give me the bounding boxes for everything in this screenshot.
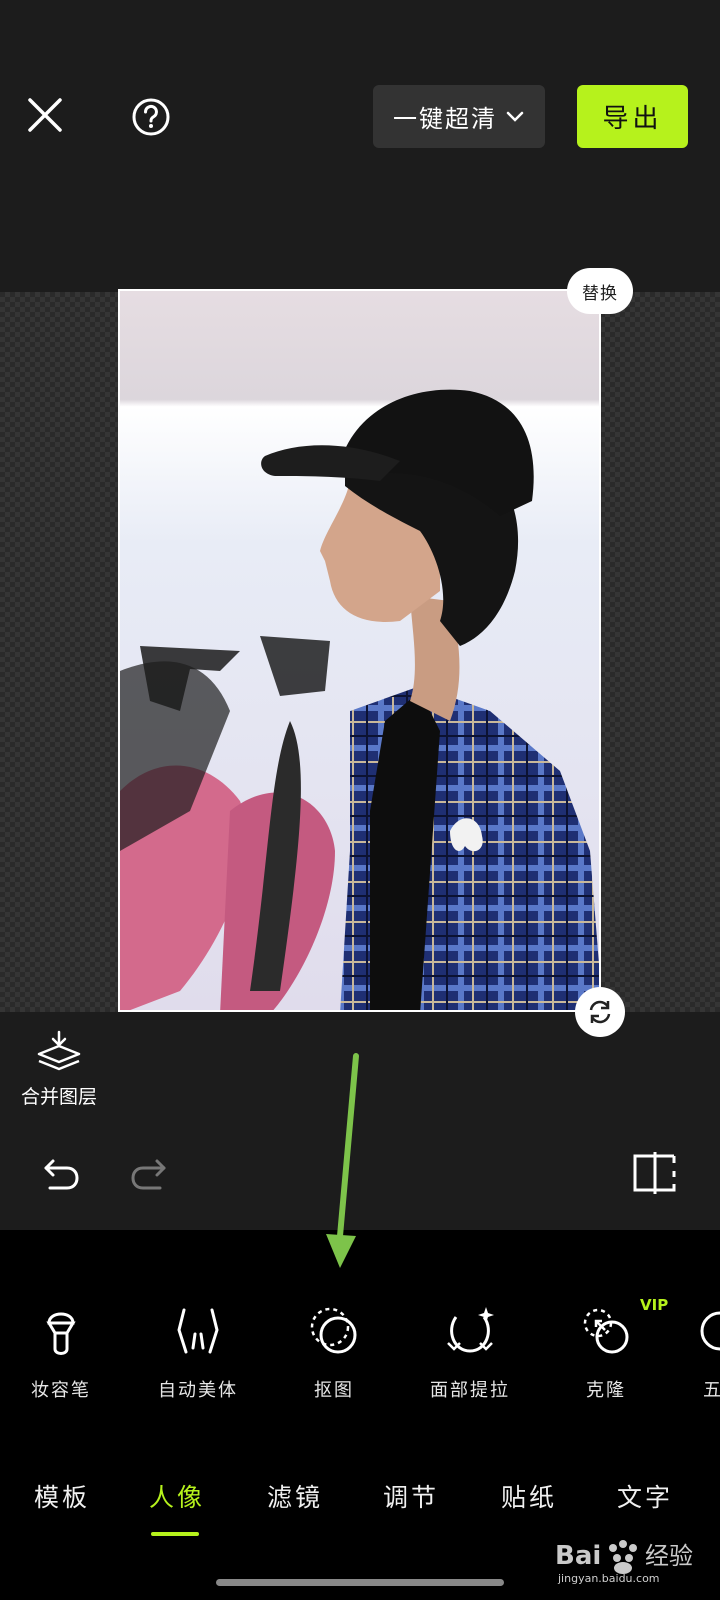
svg-text:Bai: Bai <box>555 1541 601 1571</box>
tab-template[interactable]: 模板 <box>34 1478 90 1514</box>
body-shape-icon <box>177 1308 219 1354</box>
home-indicator[interactable] <box>216 1579 504 1586</box>
clone-icon <box>583 1308 629 1354</box>
cutout-icon <box>310 1307 357 1354</box>
tool-label: 抠图 <box>314 1380 354 1401</box>
annotation-arrow <box>326 1053 359 1268</box>
features-icon <box>700 1311 720 1351</box>
tool-features[interactable]: 五 <box>687 1296 720 1402</box>
tool-label: 妆容笔 <box>31 1380 91 1401</box>
watermark-url: jingyan.baidu.com <box>558 1572 660 1585</box>
tool-makeup-brush[interactable]: 妆容笔 <box>6 1296 116 1402</box>
tab-adjust[interactable]: 调节 <box>383 1478 439 1514</box>
tab-sticker[interactable]: 贴纸 <box>501 1478 557 1514</box>
tool-face-lift[interactable]: 面部提拉 <box>415 1296 525 1402</box>
tool-label: 自动美体 <box>158 1380 238 1401</box>
svg-text:经验: 经验 <box>645 1542 693 1570</box>
tab-text[interactable]: 文字 <box>617 1478 673 1514</box>
tool-label: 克隆 <box>586 1380 626 1401</box>
face-lift-icon <box>447 1307 494 1353</box>
tab-portrait[interactable]: 人像 <box>149 1478 205 1514</box>
tool-auto-body[interactable]: 自动美体 <box>143 1296 253 1402</box>
makeup-brush-icon <box>46 1312 76 1355</box>
tool-strip: 妆容笔 自动美体 抠图 面部提拉 克隆 五 <box>0 1296 720 1416</box>
active-tab-indicator <box>151 1532 199 1536</box>
tool-cutout[interactable]: 抠图 <box>279 1296 389 1402</box>
tool-label: 五 <box>703 1380 720 1401</box>
tool-label: 面部提拉 <box>430 1380 510 1401</box>
tab-filter[interactable]: 滤镜 <box>267 1478 323 1514</box>
vip-badge: VIP <box>640 1296 669 1314</box>
